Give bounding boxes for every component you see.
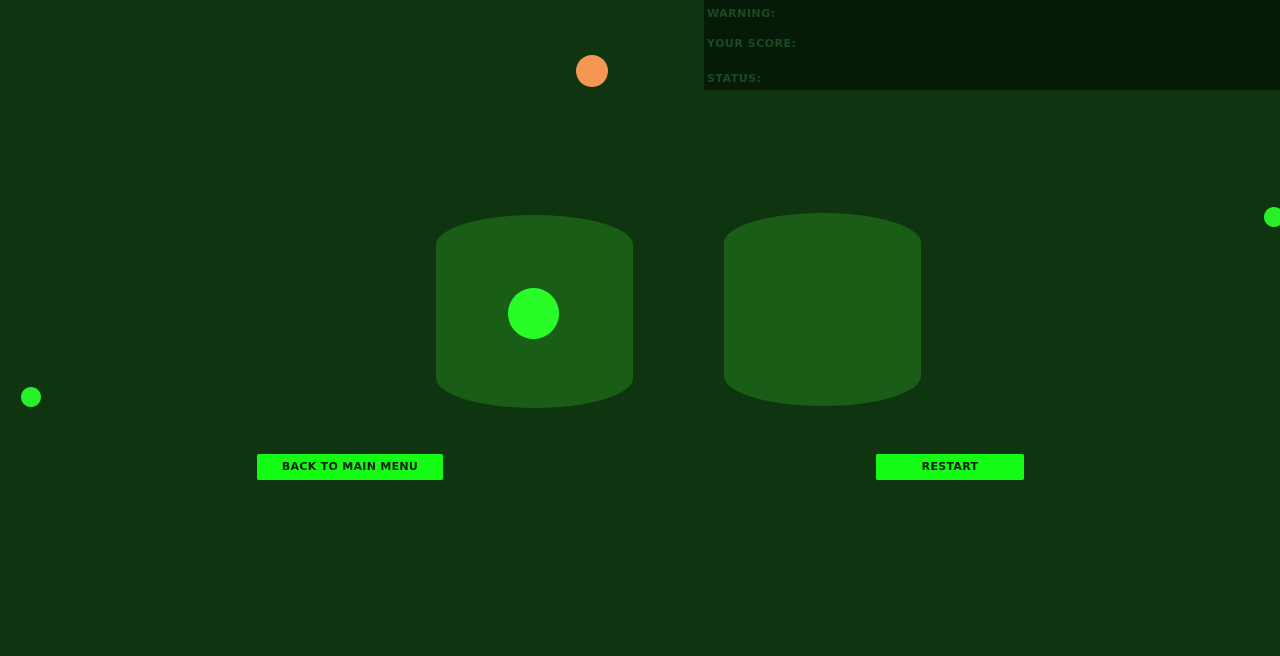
hud-panel: WARNING: YOUR SCORE: STATUS: (704, 0, 1280, 90)
back-to-main-menu-button[interactable]: BACK TO MAIN MENU (257, 454, 443, 480)
green-ball-right-edge (1264, 207, 1280, 227)
score-label: YOUR SCORE: (707, 37, 797, 50)
status-label: STATUS: (707, 72, 762, 85)
cup-right[interactable] (724, 213, 921, 406)
cup-left[interactable] (436, 215, 633, 408)
warning-label: WARNING: (707, 7, 776, 20)
green-ball-left (21, 387, 41, 407)
game-canvas[interactable]: WARNING: YOUR SCORE: STATUS: BACK TO MAI… (0, 0, 1280, 656)
orange-ball (576, 55, 608, 87)
hidden-ball (508, 288, 559, 339)
restart-button[interactable]: RESTART (876, 454, 1024, 480)
